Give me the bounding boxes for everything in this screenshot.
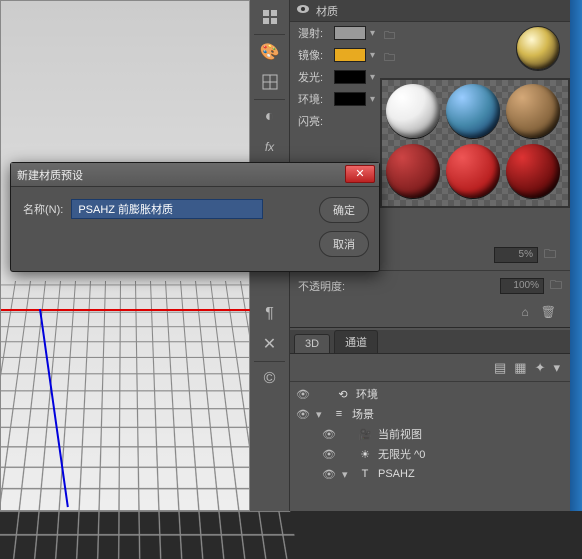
pct-5-input[interactable]: 5% xyxy=(494,247,538,263)
scene-icon: ≡ xyxy=(332,408,346,420)
materials-header: 材质 xyxy=(290,0,570,22)
grid-small-icon[interactable]: ▦ xyxy=(514,360,526,376)
cancel-button[interactable]: 取消 xyxy=(319,231,369,257)
mat-swatch-red-3[interactable] xyxy=(506,144,560,198)
name-input[interactable] xyxy=(71,199,263,219)
dropdown-icon[interactable]: ▾ xyxy=(553,360,560,376)
visibility-icon[interactable]: 👁 xyxy=(322,468,336,481)
opacity-label: 不透明度: xyxy=(298,278,348,294)
diffuse-swatch[interactable] xyxy=(334,26,366,40)
dropdown-icon[interactable]: ▾ xyxy=(370,50,380,61)
dialog-title-bar[interactable]: 新建材质预设 ✕ xyxy=(11,163,379,187)
name-label: 名称(N): xyxy=(23,201,63,217)
camera-icon: 🎥 xyxy=(358,428,372,441)
collapse-icon[interactable]: ▾ xyxy=(342,468,352,481)
dropdown-icon[interactable]: ▾ xyxy=(370,94,380,105)
material-swatch-grid xyxy=(380,78,570,208)
paragraph-icon[interactable]: ¶ xyxy=(254,301,286,327)
eye-icon[interactable] xyxy=(296,2,310,19)
close-button[interactable]: ✕ xyxy=(345,165,375,183)
text-3d-icon: T xyxy=(358,468,372,480)
folder-icon[interactable]: 🗀 xyxy=(550,276,562,297)
grid-icon[interactable] xyxy=(254,69,286,95)
panel-toolbar: ▤ ▦ ✦ ▾ xyxy=(290,354,570,382)
visibility-icon[interactable]: 👁 xyxy=(296,388,310,401)
dropdown-icon[interactable]: ▾ xyxy=(370,72,380,83)
folder-icon[interactable]: 🗀 xyxy=(384,49,398,61)
visibility-icon[interactable]: 👁 xyxy=(322,448,336,461)
shine-label: 闪亮: xyxy=(298,113,330,129)
scene-tree: 👁 ⟲ 环境 👁 ▾ ≡ 场景 👁 🎥 当前视图 👁 ☀ 无限光 ^0 👁 ▾ … xyxy=(290,382,570,486)
swatches-icon[interactable] xyxy=(254,4,286,30)
opacity-input[interactable]: 100% xyxy=(500,278,544,294)
folder-icon[interactable]: 🗀 xyxy=(384,27,398,39)
specular-swatch[interactable] xyxy=(334,48,366,62)
tree-row-psahz[interactable]: 👁 ▾ T PSAHZ xyxy=(290,464,570,484)
mat-swatch-red-2[interactable] xyxy=(446,144,500,198)
visibility-icon[interactable]: 👁 xyxy=(296,408,310,421)
trash-icon[interactable]: 🗑 xyxy=(541,305,556,319)
mat-swatch-white[interactable] xyxy=(386,84,440,138)
dropdown-icon[interactable]: ▾ xyxy=(370,28,380,39)
mat-swatch-brown[interactable] xyxy=(506,84,560,138)
palette-icon[interactable]: 🎨 xyxy=(254,39,286,65)
tree-row-environment[interactable]: 👁 ⟲ 环境 xyxy=(290,384,570,404)
tree-label: 无限光 ^0 xyxy=(378,446,425,462)
panel-title: 材质 xyxy=(316,3,338,19)
light-icon: ☀ xyxy=(358,448,372,461)
tree-label: 场景 xyxy=(352,406,374,422)
tree-row-scene[interactable]: 👁 ▾ ≡ 场景 xyxy=(290,404,570,424)
cc-icon[interactable]: © xyxy=(254,366,286,392)
tools-crossed-icon[interactable]: ✕ xyxy=(254,331,286,357)
ambient-swatch[interactable] xyxy=(334,92,366,106)
filter-icon[interactable]: ▤ xyxy=(494,360,506,376)
tree-label: 环境 xyxy=(356,386,378,402)
collapse-icon[interactable]: ▾ xyxy=(316,408,326,421)
tree-row-current-view[interactable]: 👁 🎥 当前视图 xyxy=(290,424,570,444)
tab-bar: 3D 通道 xyxy=(290,330,570,354)
dialog-title: 新建材质预设 xyxy=(17,167,83,183)
tab-3d[interactable]: 3D xyxy=(294,334,330,353)
glow-label: 发光: xyxy=(298,69,330,85)
visibility-icon[interactable]: 👁 xyxy=(322,428,336,441)
opacity-row: 不透明度: 100% 🗀 xyxy=(290,273,570,299)
diffuse-label: 漫射: xyxy=(298,25,330,41)
mat-swatch-red-1[interactable] xyxy=(386,144,440,198)
glow-swatch[interactable] xyxy=(334,70,366,84)
new-material-preset-dialog: 新建材质预设 ✕ 名称(N): 确定 取消 xyxy=(10,162,380,272)
ok-button[interactable]: 确定 xyxy=(319,197,369,223)
tab-channels[interactable]: 通道 xyxy=(334,330,378,353)
right-edge-strip xyxy=(570,0,582,511)
fx-icon[interactable]: fx xyxy=(254,134,286,160)
ambient-label: 环境: xyxy=(298,91,330,107)
mat-swatch-blue[interactable] xyxy=(446,84,500,138)
light-icon[interactable]: ✦ xyxy=(535,360,546,376)
specular-label: 镜像: xyxy=(298,47,330,63)
tree-label: PSAHZ xyxy=(378,468,415,480)
opacity-icons: ⌂ 🗑 xyxy=(290,299,570,325)
home-icon[interactable]: ⌂ xyxy=(522,305,529,319)
contrast-icon[interactable]: ◐ xyxy=(254,104,286,130)
material-preview-sphere[interactable] xyxy=(516,26,560,70)
environment-icon: ⟲ xyxy=(336,388,350,401)
tree-label: 当前视图 xyxy=(378,426,422,442)
dialog-buttons: 确定 取消 xyxy=(319,197,369,257)
folder-icon[interactable]: 🗀 xyxy=(544,245,556,266)
tree-row-infinite-light[interactable]: 👁 ☀ 无限光 ^0 xyxy=(290,444,570,464)
